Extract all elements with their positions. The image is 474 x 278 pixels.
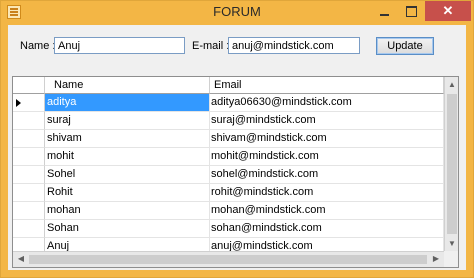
email-cell[interactable]: sohan@mindstick.com: [210, 220, 444, 238]
table-row[interactable]: Sohel sohel@mindstick.com: [13, 166, 444, 184]
email-cell[interactable]: mohit@mindstick.com: [210, 148, 444, 166]
email-cell[interactable]: shivam@mindstick.com: [210, 130, 444, 148]
scroll-right-icon[interactable]: ▶: [430, 254, 442, 263]
row-header[interactable]: [13, 220, 45, 238]
update-button[interactable]: Update: [376, 37, 434, 55]
scroll-left-icon[interactable]: ◀: [15, 254, 27, 263]
row-header[interactable]: [13, 184, 45, 202]
table-row[interactable]: aditya aditya06630@mindstick.com: [13, 94, 444, 112]
table-row[interactable]: Rohit rohit@mindstick.com: [13, 184, 444, 202]
name-cell[interactable]: Rohit: [45, 184, 210, 202]
horizontal-scrollbar[interactable]: ◀ ▶: [13, 251, 444, 267]
row-header[interactable]: [13, 130, 45, 148]
name-cell[interactable]: Sohan: [45, 220, 210, 238]
minimize-button[interactable]: [371, 1, 398, 21]
table-row[interactable]: Sohan sohan@mindstick.com: [13, 220, 444, 238]
email-cell[interactable]: rohit@mindstick.com: [210, 184, 444, 202]
current-row-arrow-icon: [16, 99, 21, 107]
column-header-name[interactable]: Name: [45, 77, 210, 94]
name-cell[interactable]: suraj: [45, 112, 210, 130]
name-field[interactable]: Anuj: [54, 37, 185, 54]
forum-window: FORUM ✕ Name : Anuj E-mail : anuj@mindst…: [0, 0, 474, 278]
name-cell[interactable]: mohit: [45, 148, 210, 166]
grid-rows: aditya aditya06630@mindstick.com suraj sura…: [13, 94, 444, 256]
email-label: E-mail :: [192, 40, 230, 52]
close-button[interactable]: ✕: [425, 1, 471, 21]
name-cell[interactable]: aditya: [45, 94, 210, 112]
name-cell[interactable]: shivam: [45, 130, 210, 148]
row-header[interactable]: [13, 112, 45, 130]
row-header[interactable]: [13, 166, 45, 184]
title-bar[interactable]: FORUM ✕: [1, 1, 473, 25]
name-label: Name :: [20, 40, 56, 52]
table-row[interactable]: suraj suraj@mindstick.com: [13, 112, 444, 130]
vertical-scrollbar[interactable]: ▲ ▼: [444, 77, 458, 251]
row-header[interactable]: [13, 94, 45, 112]
name-cell[interactable]: mohan: [45, 202, 210, 220]
row-header[interactable]: [13, 148, 45, 166]
row-header[interactable]: [13, 202, 45, 220]
client-area: Name : Anuj E-mail : anuj@mindstick.com …: [8, 25, 466, 270]
email-cell[interactable]: aditya06630@mindstick.com: [210, 94, 444, 112]
table-row[interactable]: shivam shivam@mindstick.com: [13, 130, 444, 148]
horizontal-scroll-thumb[interactable]: [29, 255, 427, 264]
scroll-down-icon[interactable]: ▼: [445, 239, 458, 248]
forum-data-grid[interactable]: Name Email aditya aditya06630@mindstick.c…: [12, 76, 459, 268]
maximize-button[interactable]: [398, 1, 425, 21]
email-field[interactable]: anuj@mindstick.com: [228, 37, 360, 54]
email-cell[interactable]: mohan@mindstick.com: [210, 202, 444, 220]
email-cell[interactable]: suraj@mindstick.com: [210, 112, 444, 130]
table-row[interactable]: mohan mohan@mindstick.com: [13, 202, 444, 220]
email-cell[interactable]: sohel@mindstick.com: [210, 166, 444, 184]
scrollbar-corner: [444, 251, 458, 267]
header-corner[interactable]: [13, 77, 45, 94]
name-cell[interactable]: Sohel: [45, 166, 210, 184]
table-row[interactable]: mohit mohit@mindstick.com: [13, 148, 444, 166]
column-header-email[interactable]: Email: [210, 77, 444, 94]
scroll-up-icon[interactable]: ▲: [445, 80, 458, 89]
vertical-scroll-thumb[interactable]: [447, 94, 457, 234]
